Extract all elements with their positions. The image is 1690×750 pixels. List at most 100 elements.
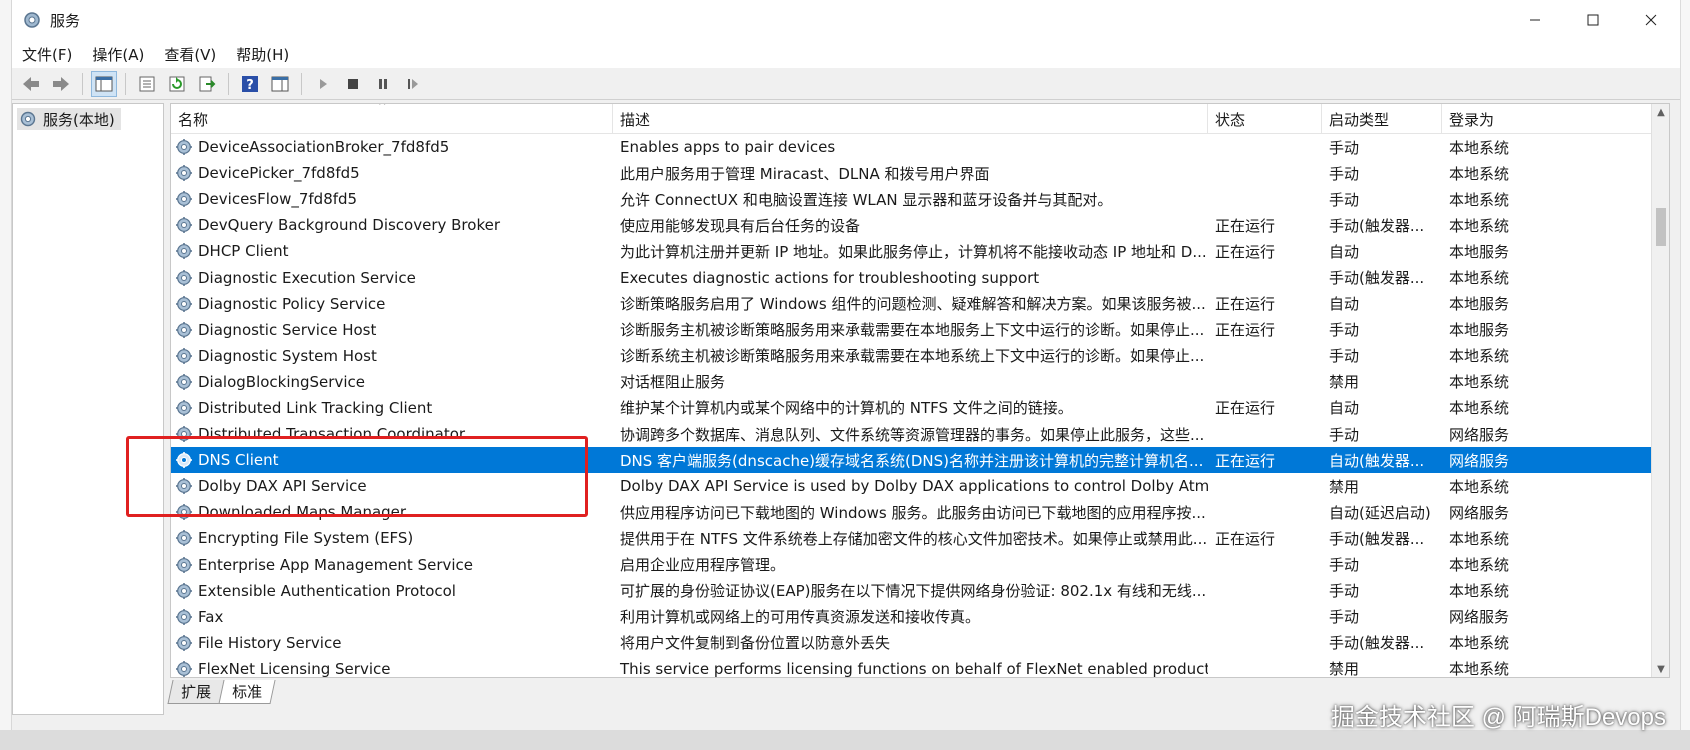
- service-gear-icon: [176, 556, 192, 573]
- cell-name: Diagnostic Execution Service: [171, 264, 613, 290]
- cell-description: 供应用程序访问已下载地图的 Windows 服务。此服务由访问已下载地图的应用程…: [620, 503, 1206, 522]
- service-gear-icon: [176, 608, 192, 625]
- table-row[interactable]: Distributed Transaction Coordinator 协调跨多个…: [171, 421, 1653, 447]
- maximize-icon: [1587, 14, 1599, 26]
- service-gear-icon: [176, 530, 192, 547]
- table-row[interactable]: Diagnostic Execution Service Executes dia…: [171, 264, 1653, 290]
- cell-startup-type: 自动: [1329, 399, 1360, 418]
- minimize-button[interactable]: [1506, 0, 1564, 40]
- cell-description: 可扩展的身份验证协议(EAP)服务在以下情况下提供网络身份验证: 802.1x …: [620, 582, 1207, 601]
- scroll-down-icon[interactable]: ▼: [1652, 661, 1669, 677]
- service-name: File History Service: [198, 633, 342, 652]
- window-title: 服务: [50, 11, 81, 30]
- cell-logon-as: 本地系统: [1449, 634, 1510, 653]
- cell-startup-type: 手动: [1329, 190, 1360, 209]
- cell-name: Enterprise App Management Service: [171, 552, 613, 578]
- tree-item-services-local[interactable]: 服务(本地): [17, 108, 121, 130]
- table-row[interactable]: Fax 利用计算机或网络上的可用传真资源发送和接收传真。 手动 网络服务: [171, 604, 1653, 630]
- table-row[interactable]: Diagnostic System Host 诊断系统主机被诊断策略服务用来承载需…: [171, 343, 1653, 369]
- service-gear-icon: [176, 373, 192, 390]
- menu-file[interactable]: 文件(F): [22, 44, 72, 65]
- toolbar-separator: [125, 72, 126, 95]
- table-row[interactable]: DeviceAssociationBroker_7fd8fd5 Enables a…: [171, 134, 1653, 160]
- service-gear-icon: [176, 269, 192, 286]
- service-gear-icon: [176, 660, 192, 677]
- column-header-status-label: 状态: [1215, 110, 1246, 129]
- table-row[interactable]: Encrypting File System (EFS) 提供用于在 NTFS 文…: [171, 525, 1653, 551]
- table-row[interactable]: FlexNet Licensing Service This service pe…: [171, 656, 1653, 678]
- tab-standard[interactable]: 标准: [218, 680, 276, 704]
- back-button[interactable]: [18, 71, 44, 97]
- service-gear-icon: [176, 243, 192, 260]
- table-row[interactable]: DevQuery Background Discovery Broker 使应用能…: [171, 212, 1653, 238]
- background-window-edge-left: [0, 0, 12, 750]
- scroll-up-icon[interactable]: ▲: [1652, 104, 1669, 122]
- table-row[interactable]: DNS Client DNS 客户端服务(dnscache)缓存域名系统(DNS)…: [171, 447, 1653, 474]
- table-row[interactable]: Diagnostic Service Host 诊断服务主机被诊断策略服务用来承载…: [171, 317, 1653, 343]
- cell-logon-as: 网络服务: [1449, 451, 1510, 470]
- cell-logon-as: 本地系统: [1449, 556, 1510, 575]
- cell-startup-type: 手动(触发器...: [1329, 216, 1425, 235]
- properties-button[interactable]: [134, 71, 160, 97]
- cell-logon-as: 本地系统: [1449, 216, 1510, 235]
- restart-service-button[interactable]: [400, 71, 426, 97]
- help-button[interactable]: ?: [237, 71, 263, 97]
- menu-action[interactable]: 操作(A): [92, 44, 144, 65]
- cell-logon-as: 本地服务: [1449, 242, 1510, 261]
- cell-status: [1208, 134, 1322, 160]
- cell-description: 诊断系统主机被诊断策略服务用来承载需要在本地系统上下文中运行的诊断。如果停止..…: [620, 347, 1205, 366]
- cell-description: DNS 客户端服务(dnscache)缓存域名系统(DNS)名称并注册该计算机的…: [620, 451, 1204, 470]
- cell-logon-as: 网络服务: [1449, 608, 1510, 627]
- cell-name: Distributed Link Tracking Client: [171, 395, 613, 421]
- maximize-button[interactable]: [1564, 0, 1622, 40]
- cell-status: [1208, 578, 1322, 604]
- close-button[interactable]: [1622, 0, 1680, 40]
- service-name: DevicesFlow_7fd8fd5: [198, 190, 358, 209]
- forward-button[interactable]: [48, 71, 74, 97]
- table-row[interactable]: DialogBlockingService 对话框阻止服务 禁用 本地系统: [171, 369, 1653, 395]
- menu-help[interactable]: 帮助(H): [236, 44, 289, 65]
- menu-view[interactable]: 查看(V): [164, 44, 216, 65]
- cell-startup-type: 禁用: [1329, 660, 1360, 678]
- stop-icon: [348, 78, 358, 89]
- cell-status: 正在运行: [1215, 216, 1276, 235]
- table-row[interactable]: DevicePicker_7fd8fd5 此用户服务用于管理 Miracast、D…: [171, 160, 1653, 186]
- cell-logon-as: 本地系统: [1449, 190, 1510, 209]
- service-name: FlexNet Licensing Service: [198, 659, 391, 678]
- column-header-name[interactable]: 名称 ^: [171, 104, 613, 134]
- tab-extended[interactable]: 扩展: [167, 680, 225, 704]
- table-row[interactable]: Dolby DAX API Service Dolby DAX API Servi…: [171, 473, 1653, 499]
- start-service-button[interactable]: [310, 71, 336, 97]
- show-action-pane-button[interactable]: [267, 71, 293, 97]
- table-row[interactable]: Downloaded Maps Manager 供应用程序访问已下载地图的 Win…: [171, 499, 1653, 525]
- service-gear-icon: [176, 426, 192, 443]
- show-console-tree-button[interactable]: [91, 70, 117, 97]
- export-list-button[interactable]: [194, 71, 220, 97]
- column-header-status[interactable]: 状态: [1208, 104, 1322, 134]
- table-row[interactable]: Enterprise App Management Service 启用企业应用程…: [171, 552, 1653, 578]
- table-row[interactable]: Diagnostic Policy Service 诊断策略服务启用了 Windo…: [171, 291, 1653, 317]
- cell-startup-type: 手动: [1329, 321, 1360, 340]
- cell-description: 为此计算机注册并更新 IP 地址。如果此服务停止，计算机将不能接收动态 IP 地…: [620, 242, 1207, 261]
- column-header-logon-as[interactable]: 登录为: [1442, 104, 1522, 134]
- table-row[interactable]: DHCP Client 为此计算机注册并更新 IP 地址。如果此服务停止，计算机将…: [171, 238, 1653, 264]
- tab-standard-label: 标准: [232, 683, 263, 701]
- cell-startup-type: 手动: [1329, 582, 1360, 601]
- scroll-thumb[interactable]: [1656, 208, 1666, 246]
- stop-service-button[interactable]: [340, 71, 366, 97]
- table-row[interactable]: File History Service 将用户文件复制到备份位置以防意外丢失 手动…: [171, 630, 1653, 656]
- service-gear-icon: [176, 191, 192, 208]
- cell-status: 正在运行: [1215, 529, 1276, 548]
- refresh-button[interactable]: [164, 71, 190, 97]
- background-window-edge-right: [1680, 0, 1690, 750]
- table-row[interactable]: Extensible Authentication Protocol 可扩展的身份…: [171, 578, 1653, 604]
- pause-service-button[interactable]: [370, 71, 396, 97]
- svg-text:?: ?: [246, 78, 254, 93]
- vertical-scrollbar[interactable]: ▲ ▼: [1651, 104, 1669, 677]
- table-row[interactable]: Distributed Link Tracking Client 维护某个计算机内…: [171, 395, 1653, 421]
- column-header-description[interactable]: 描述: [613, 104, 1208, 134]
- cell-description: 允许 ConnectUX 和电脑设置连接 WLAN 显示器和蓝牙设备并与其配对。: [620, 190, 1113, 209]
- column-header-startup-type[interactable]: 启动类型: [1322, 104, 1442, 134]
- cell-startup-type: 手动: [1329, 164, 1360, 183]
- table-row[interactable]: DevicesFlow_7fd8fd5 允许 ConnectUX 和电脑设置连接 …: [171, 186, 1653, 212]
